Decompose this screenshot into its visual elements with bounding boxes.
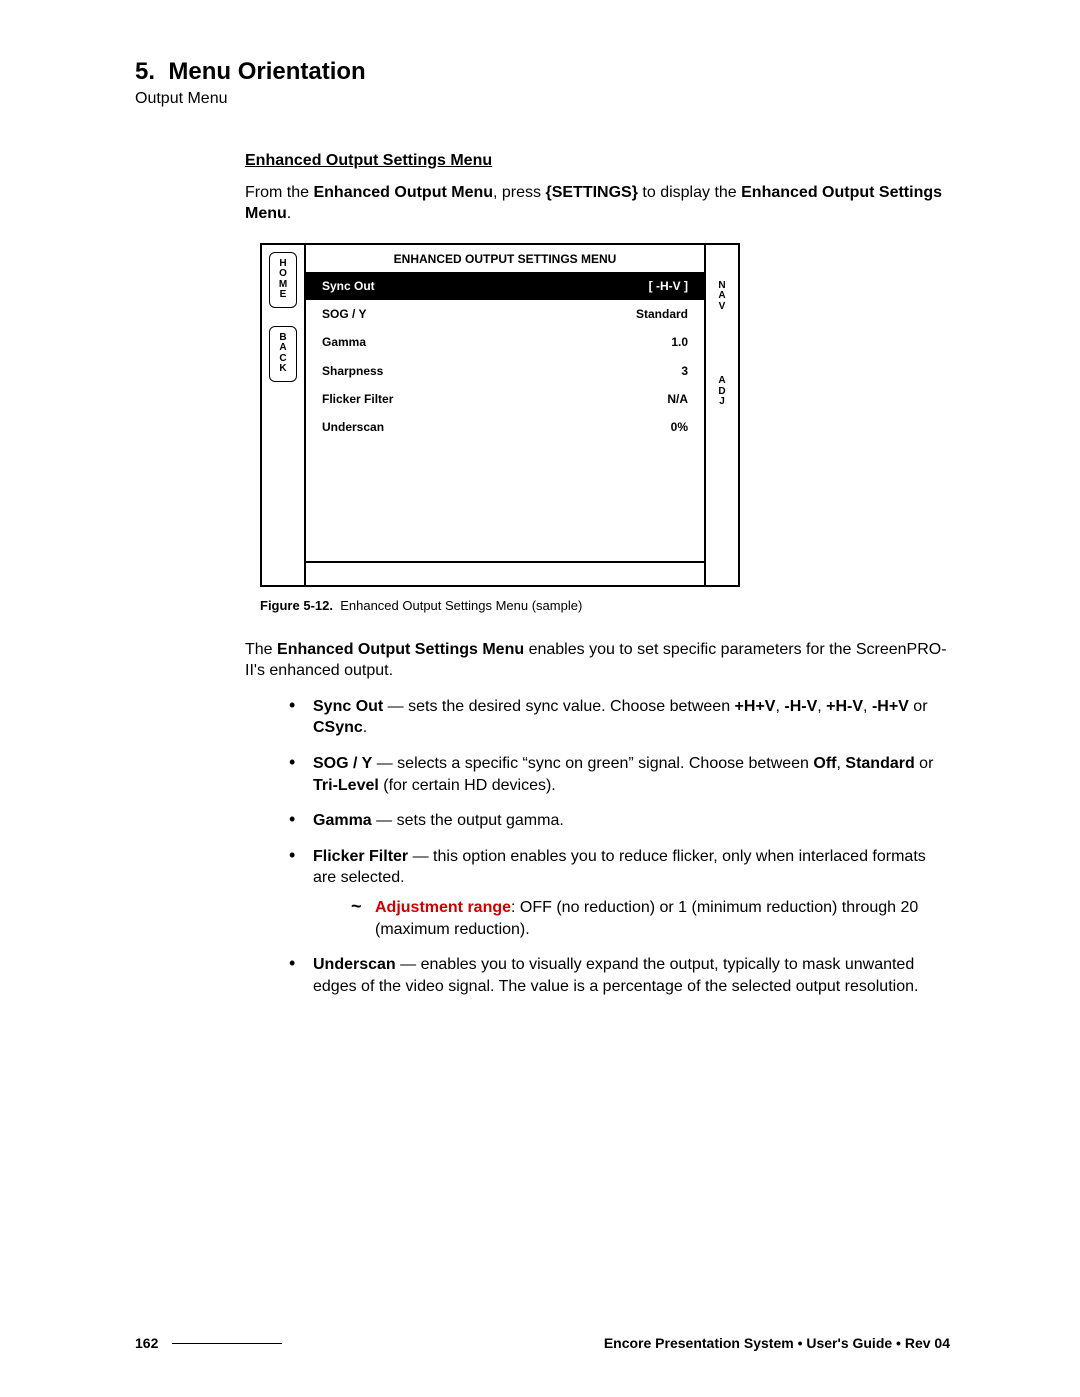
- menu-center: ENHANCED OUTPUT SETTINGS MENU Sync Out […: [304, 245, 706, 585]
- opt: Off: [813, 755, 836, 772]
- text: — sets the output gamma.: [372, 812, 564, 829]
- menu-pad: [306, 441, 704, 561]
- bullet-label: Sync Out: [313, 698, 383, 715]
- text: or: [915, 755, 934, 772]
- text: — sets the desired sync value. Choose be…: [383, 698, 734, 715]
- menu-row-value: 3: [681, 363, 688, 379]
- back-button[interactable]: BACK: [269, 326, 297, 382]
- menu-grid: HOME BACK ENHANCED OUTPUT SETTINGS MENU …: [262, 245, 738, 585]
- menu-row-label: Sharpness: [322, 363, 383, 379]
- text: The: [245, 641, 277, 658]
- text-bold: Enhanced Output Menu: [313, 184, 493, 201]
- menu-row-sync-out[interactable]: Sync Out [ -H-V ]: [306, 272, 704, 300]
- menu-row-value: 0%: [671, 419, 688, 435]
- figure-number: Figure 5-12.: [260, 598, 333, 613]
- chapter-title-text: Menu Orientation: [168, 58, 365, 85]
- figure-caption: Figure 5-12. Enhanced Output Settings Me…: [260, 597, 950, 615]
- sub-label: Adjustment range: [375, 899, 511, 916]
- menu-bottom-strip: [306, 561, 704, 585]
- content-block: Enhanced Output Settings Menu From the E…: [245, 150, 950, 1011]
- text: (for certain HD devices).: [379, 777, 556, 794]
- bullet-label: Gamma: [313, 812, 372, 829]
- menu-row-label: Gamma: [322, 334, 366, 350]
- home-button[interactable]: HOME: [269, 252, 297, 308]
- menu-row-label: Sync Out: [322, 278, 375, 294]
- text: ,: [863, 698, 872, 715]
- text: — selects a specific “sync on green” sig…: [372, 755, 813, 772]
- footer-rule: [172, 1343, 282, 1344]
- menu-row-value: N/A: [667, 391, 688, 407]
- text: to display the: [638, 184, 741, 201]
- figure-caption-text: Enhanced Output Settings Menu (sample): [340, 598, 582, 613]
- text: .: [287, 205, 291, 222]
- menu-title: ENHANCED OUTPUT SETTINGS MENU: [306, 245, 704, 272]
- text: or: [909, 698, 928, 715]
- menu-row-value: 1.0: [671, 334, 688, 350]
- sub-list: Adjustment range: OFF (no reduction) or …: [313, 897, 950, 940]
- section-heading: Enhanced Output Settings Menu: [245, 150, 950, 172]
- nav-label: NAV: [718, 281, 725, 313]
- sub-adjustment-range: Adjustment range: OFF (no reduction) or …: [351, 897, 950, 940]
- menu-left-column: HOME BACK: [262, 245, 304, 585]
- page: 5. Menu Orientation Output Menu Enhanced…: [0, 0, 1080, 1397]
- menu-row-gamma[interactable]: Gamma 1.0: [306, 328, 704, 356]
- menu-row-label: Underscan: [322, 419, 384, 435]
- text: .: [363, 719, 367, 736]
- menu-figure: HOME BACK ENHANCED OUTPUT SETTINGS MENU …: [260, 243, 740, 587]
- chapter-number: 5.: [135, 58, 155, 85]
- text-bold: Enhanced Output Settings Menu: [277, 641, 524, 658]
- footer-text: Encore Presentation System • User's Guid…: [604, 1335, 950, 1351]
- menu-row-label: Flicker Filter: [322, 391, 393, 407]
- intro-paragraph: From the Enhanced Output Menu, press {SE…: [245, 182, 950, 225]
- adj-label: ADJ: [718, 376, 725, 408]
- bullet-flicker: Flicker Filter — this option enables you…: [289, 846, 950, 954]
- page-number: 162: [135, 1335, 158, 1351]
- page-footer: 162 Encore Presentation System • User's …: [135, 1335, 950, 1351]
- menu-row-value: [ -H-V ]: [649, 278, 688, 294]
- menu-right-column: NAV ADJ: [706, 245, 738, 585]
- bullet-underscan: Underscan — enables you to visually expa…: [289, 954, 950, 1011]
- menu-row-sog[interactable]: SOG / Y Standard: [306, 300, 704, 328]
- menu-row-flicker[interactable]: Flicker Filter N/A: [306, 385, 704, 413]
- text: ,: [817, 698, 826, 715]
- bullet-gamma: Gamma — sets the output gamma.: [289, 810, 950, 846]
- menu-row-sharpness[interactable]: Sharpness 3: [306, 357, 704, 385]
- opt: CSync: [313, 719, 363, 736]
- opt: -H+V: [872, 698, 909, 715]
- bullet-sog: SOG / Y — selects a specific “sync on gr…: [289, 753, 950, 810]
- text-bold: {SETTINGS}: [545, 184, 637, 201]
- opt: Tri-Level: [313, 777, 379, 794]
- bullet-sync-out: Sync Out — sets the desired sync value. …: [289, 696, 950, 753]
- bullet-label: Underscan: [313, 956, 396, 973]
- opt: Standard: [845, 755, 914, 772]
- text: From the: [245, 184, 313, 201]
- text: — enables you to visually expand the out…: [313, 956, 918, 995]
- opt: +H+V: [735, 698, 776, 715]
- menu-row-label: SOG / Y: [322, 306, 366, 322]
- chapter-title: 5. Menu Orientation: [135, 58, 950, 86]
- opt: +H-V: [826, 698, 863, 715]
- bullet-label: Flicker Filter: [313, 848, 408, 865]
- text: , press: [493, 184, 545, 201]
- menu-row-value: Standard: [636, 306, 688, 322]
- chapter-subtitle: Output Menu: [135, 90, 950, 108]
- menu-row-underscan[interactable]: Underscan 0%: [306, 413, 704, 441]
- bullet-list: Sync Out — sets the desired sync value. …: [245, 696, 950, 1012]
- description-paragraph: The Enhanced Output Settings Menu enable…: [245, 639, 950, 682]
- opt: -H-V: [784, 698, 817, 715]
- bullet-label: SOG / Y: [313, 755, 372, 772]
